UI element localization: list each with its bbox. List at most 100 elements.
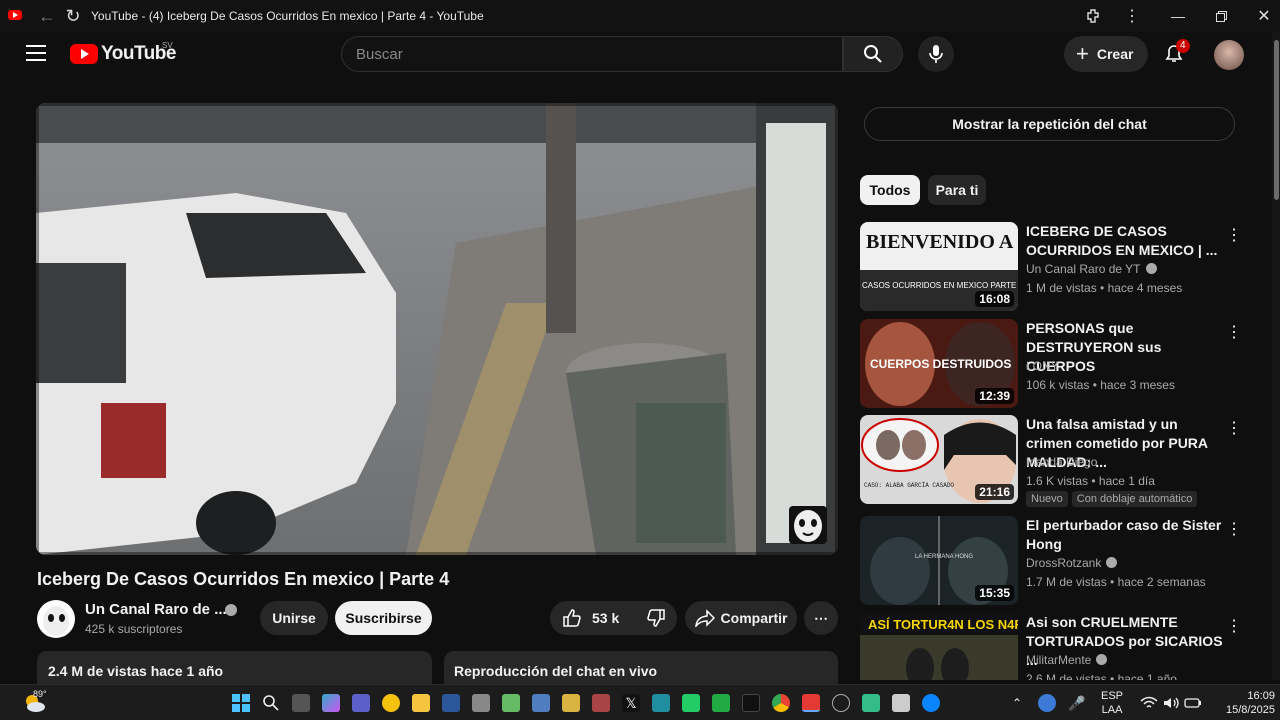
video-title: Iceberg De Casos Ocurridos En mexico | P… (37, 569, 450, 589)
chip-for-you[interactable]: Para ti (928, 175, 986, 205)
subscribe-button[interactable]: Suscribirse (335, 601, 432, 635)
windows-start-icon[interactable] (232, 694, 250, 712)
chrome-profile-icon[interactable] (382, 694, 400, 712)
dubbed-badge: Con doblaje automático (1071, 491, 1198, 507)
verified-icon (1106, 557, 1118, 568)
language: ESP (1101, 690, 1124, 702)
like-button[interactable]: 53 k (550, 601, 635, 635)
close-icon[interactable]: ✕ (1253, 0, 1275, 32)
channel-name[interactable]: Un Canal Raro de ... (85, 601, 227, 618)
video-thumbnail[interactable]: ASÍ TORTUR4N LOS N4RCOS (860, 613, 1018, 680)
notifications-button[interactable]: 4 (1164, 39, 1190, 66)
file-explorer-icon[interactable] (412, 694, 430, 712)
show-chat-replay-button[interactable]: Mostrar la repetición del chat (864, 107, 1235, 141)
masthead: YouTube SV Buscar + Crear 4 (0, 32, 1280, 76)
teams-icon[interactable] (352, 694, 370, 712)
verified-icon (225, 604, 237, 616)
recommendation-item[interactable]: BIENVENIDO A CULIACAN CASOS OCURRIDOS EN… (860, 222, 1260, 314)
thumb-text: CUERPOS DESTRUIDOS (870, 357, 1011, 371)
scrollbar-thumb[interactable] (1274, 40, 1279, 200)
avatar[interactable] (1214, 40, 1244, 70)
app-icon[interactable] (652, 694, 670, 712)
minimize-icon[interactable]: — (1166, 0, 1190, 32)
tiktok-icon[interactable] (742, 694, 760, 712)
kebab-icon[interactable]: ⋮ (1226, 419, 1242, 439)
app-icon[interactable] (532, 694, 550, 712)
onedrive-icon[interactable] (1038, 694, 1056, 712)
word-icon[interactable] (442, 694, 460, 712)
video-player[interactable] (36, 103, 838, 555)
recommendation-meta: 106 k vistas • hace 3 meses (1026, 378, 1175, 392)
menu-icon[interactable] (26, 45, 46, 61)
back-icon[interactable]: ← (36, 0, 58, 32)
subscriber-count: 425 k suscriptores (85, 622, 183, 636)
recommendation-channel[interactable]: MilitarMente (1026, 653, 1108, 667)
youtube-app-icon[interactable] (802, 694, 820, 712)
youtube-tab-icon (8, 10, 22, 20)
join-button[interactable]: Unirse (260, 601, 328, 635)
plus-icon: + (1076, 41, 1089, 66)
extensions-icon[interactable] (1084, 0, 1104, 32)
create-button[interactable]: + Crear (1064, 36, 1148, 72)
youtube-logo[interactable]: YouTube SV (70, 41, 176, 65)
video-thumbnail[interactable]: CASO: ALABA GARCÍA CASADO 21:16 (860, 415, 1018, 504)
edge-icon[interactable] (922, 694, 940, 712)
app-icon[interactable] (862, 694, 880, 712)
app-icon[interactable] (832, 694, 850, 712)
kebab-icon[interactable]: ⋮ (1226, 226, 1242, 246)
recommendation-channel[interactable]: Un Canal Raro de YT (1026, 262, 1157, 276)
video-thumbnail[interactable]: BIENVENIDO A CULIACAN CASOS OCURRIDOS EN… (860, 222, 1018, 311)
kebab-icon[interactable]: ⋮ (1122, 0, 1142, 32)
copilot-icon[interactable] (322, 694, 340, 712)
search-input[interactable]: Buscar (341, 36, 843, 72)
chip-all[interactable]: Todos (860, 175, 920, 205)
task-view-icon[interactable] (292, 694, 310, 712)
app-icon[interactable] (502, 694, 520, 712)
recommendation-item[interactable]: ASÍ TORTUR4N LOS N4RCOS Asi son CRUELMEN… (860, 613, 1260, 680)
clock[interactable]: 16:09 15/8/2025 (1226, 689, 1275, 717)
x-icon[interactable]: 𝕏 (622, 694, 640, 712)
app-icon[interactable] (892, 694, 910, 712)
app-icon[interactable] (682, 694, 700, 712)
recommendation-title[interactable]: El perturbador caso de Sister Hong (1026, 516, 1226, 554)
wifi-icon[interactable] (1140, 694, 1158, 712)
chevron-up-icon[interactable]: ⌃ (1008, 694, 1026, 712)
maximize-icon[interactable] (1210, 0, 1232, 32)
app-icon[interactable] (592, 694, 610, 712)
reload-icon[interactable]: ↻ (62, 0, 84, 32)
video-thumbnail[interactable]: CUERPOS DESTRUIDOS 12:39 (860, 319, 1018, 408)
kebab-icon[interactable]: ⋮ (1226, 520, 1242, 540)
language-indicator[interactable]: ESP LAA (1101, 689, 1123, 717)
app-icon[interactable] (472, 694, 490, 712)
duration-badge: 12:39 (975, 388, 1014, 404)
chrome-icon[interactable] (772, 694, 790, 712)
channel-avatar[interactable] (37, 600, 75, 638)
mic-button[interactable] (918, 36, 954, 72)
duration-badge: 15:35 (975, 585, 1014, 601)
kebab-icon[interactable]: ⋮ (1226, 617, 1242, 637)
search-icon (864, 45, 882, 63)
volume-icon[interactable] (1162, 694, 1180, 712)
dislike-button[interactable] (634, 601, 677, 635)
notification-badge: 4 (1176, 39, 1190, 53)
recommendation-channel[interactable]: LONY (1026, 359, 1059, 373)
recommendation-item[interactable]: CUERPOS DESTRUIDOS 12:39 PERSONAS que DE… (860, 319, 1260, 411)
battery-icon[interactable] (1184, 694, 1202, 712)
video-thumbnail[interactable]: LA HERMANA HONG 15:35 (860, 516, 1018, 605)
recommendation-title[interactable]: ICEBERG DE CASOS OCURRIDOS EN MEXICO | .… (1026, 222, 1226, 260)
new-badge: Nuevo (1026, 491, 1068, 507)
search-button[interactable] (843, 36, 903, 72)
app-icon[interactable] (712, 694, 730, 712)
recommendation-channel[interactable]: Irlanda Diego (1026, 455, 1097, 469)
channel-watermark-icon[interactable] (789, 506, 827, 544)
search-icon[interactable] (262, 694, 280, 712)
share-button[interactable]: Compartir (685, 601, 797, 635)
thumb-subtext: CASOS OCURRIDOS EN MEXICO PARTE 1 (862, 281, 1018, 290)
app-icon[interactable] (562, 694, 580, 712)
mic-icon[interactable]: 🎤 (1068, 694, 1086, 712)
more-icon[interactable]: ⋯ (804, 601, 838, 635)
recommendation-channel[interactable]: DrossRotzank (1026, 556, 1118, 570)
recommendation-item[interactable]: CASO: ALABA GARCÍA CASADO 21:16 Una fals… (860, 415, 1260, 507)
recommendation-item[interactable]: LA HERMANA HONG 15:35 El perturbador cas… (860, 516, 1260, 608)
kebab-icon[interactable]: ⋮ (1226, 323, 1242, 343)
